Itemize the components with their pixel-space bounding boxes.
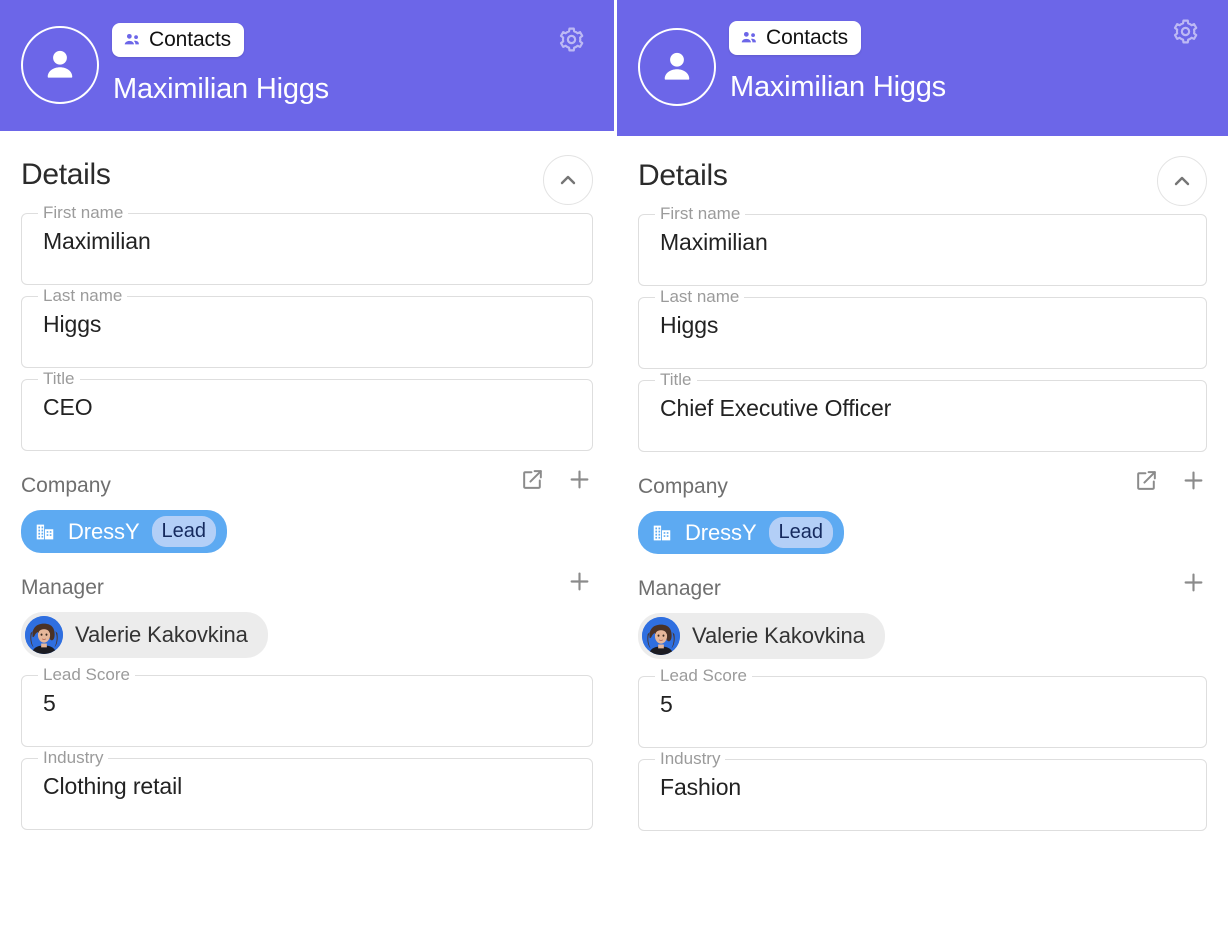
- field-first-name[interactable]: First name Maximilian: [21, 204, 593, 285]
- field-last-name[interactable]: Last name Higgs: [638, 288, 1207, 369]
- field-value: 5: [660, 691, 673, 717]
- field-title[interactable]: Title Chief Executive Officer: [638, 371, 1207, 452]
- field-label: Industry: [38, 749, 109, 767]
- field-value: Chief Executive Officer: [660, 395, 892, 421]
- field-label: First name: [38, 204, 129, 222]
- group-people-icon: [740, 28, 759, 47]
- contact-panel-left: Contacts Maximilian Higgs Details First …: [0, 0, 614, 936]
- manager-row-header: Manager: [638, 573, 1207, 603]
- building-icon: [34, 521, 56, 543]
- person-circle-icon: [638, 28, 716, 106]
- company-relation-row: Company DressY Lead: [638, 471, 1207, 554]
- field-label: Last name: [38, 287, 128, 305]
- module-chip-contacts[interactable]: Contacts: [729, 21, 862, 55]
- field-outline: [21, 296, 593, 368]
- plus-icon[interactable]: [1180, 467, 1207, 494]
- company-label: Company: [638, 474, 728, 498]
- module-chip-contacts[interactable]: Contacts: [112, 23, 245, 57]
- field-value: Higgs: [43, 311, 102, 337]
- manager-row-header: Manager: [21, 572, 593, 602]
- field-value: Maximilian: [43, 228, 151, 254]
- group-people-icon: [123, 30, 142, 49]
- section-title: Details: [21, 158, 111, 191]
- person-circle-icon: [21, 26, 99, 104]
- open-in-new-icon[interactable]: [1133, 467, 1160, 494]
- field-industry[interactable]: Industry Clothing retail: [21, 749, 593, 830]
- field-label: Title: [655, 371, 697, 389]
- plus-icon[interactable]: [566, 466, 593, 493]
- field-value: Higgs: [660, 312, 719, 338]
- gear-icon[interactable]: [1170, 16, 1200, 46]
- field-lead-score[interactable]: Lead Score 5: [638, 667, 1207, 748]
- details-section-header: Details: [21, 148, 593, 205]
- field-value: Maximilian: [660, 229, 768, 255]
- company-relation-row: Company DressY Lead: [21, 470, 593, 553]
- company-row-actions: [1133, 467, 1207, 494]
- record-title: Maximilian Higgs: [113, 73, 329, 105]
- collapse-section-button[interactable]: [543, 155, 593, 205]
- manager-chip[interactable]: Valerie Kakovkina: [638, 613, 885, 659]
- company-chip[interactable]: DressY Lead: [21, 510, 228, 553]
- manager-relation-row: Manager Valerie Kakovkina: [21, 572, 593, 659]
- field-industry[interactable]: Industry Fashion: [638, 750, 1207, 831]
- field-label: Title: [38, 370, 80, 388]
- chevron-up-icon: [1170, 169, 1194, 193]
- record-title: Maximilian Higgs: [730, 71, 946, 103]
- field-title[interactable]: Title CEO: [21, 370, 593, 451]
- module-chip-label: Contacts: [766, 26, 849, 49]
- field-label: Lead Score: [38, 666, 135, 684]
- manager-chip[interactable]: Valerie Kakovkina: [21, 612, 268, 658]
- field-value: Fashion: [660, 774, 742, 800]
- field-lead-score[interactable]: Lead Score 5: [21, 666, 593, 747]
- details-body: Details First name Maximilian Last name: [617, 136, 1228, 831]
- company-chip[interactable]: DressY Lead: [638, 511, 845, 554]
- field-value: Clothing retail: [43, 773, 183, 799]
- company-stage-badge: Lead: [151, 516, 217, 547]
- company-chip-name: DressY: [685, 519, 757, 545]
- field-first-name[interactable]: First name Maximilian: [638, 205, 1207, 286]
- field-label: First name: [655, 205, 746, 223]
- field-label: Last name: [655, 288, 745, 306]
- manager-row-actions: [1180, 569, 1207, 596]
- field-outline: [21, 379, 593, 451]
- record-header: Contacts Maximilian Higgs: [617, 0, 1228, 136]
- company-label: Company: [21, 473, 111, 497]
- company-row-header: Company: [638, 471, 1207, 501]
- company-row-header: Company: [21, 470, 593, 500]
- field-label: Lead Score: [655, 667, 752, 685]
- comparison-screen: Contacts Maximilian Higgs Details First …: [0, 0, 1228, 936]
- avatar: [25, 616, 63, 654]
- manager-label: Manager: [21, 575, 104, 599]
- field-label: Industry: [655, 750, 726, 768]
- contact-panel-right: Contacts Maximilian Higgs Details First …: [614, 0, 1228, 936]
- plus-icon[interactable]: [1180, 569, 1207, 596]
- gear-icon[interactable]: [556, 24, 586, 54]
- field-value: 5: [43, 690, 56, 716]
- module-chip-label: Contacts: [149, 28, 232, 51]
- field-outline: [638, 297, 1207, 369]
- field-value: CEO: [43, 394, 93, 420]
- manager-chip-name: Valerie Kakovkina: [692, 623, 865, 648]
- field-outline: [21, 675, 593, 747]
- chevron-up-icon: [556, 168, 580, 192]
- manager-label: Manager: [638, 576, 721, 600]
- building-icon: [651, 522, 673, 544]
- field-outline: [638, 676, 1207, 748]
- record-header: Contacts Maximilian Higgs: [0, 0, 614, 131]
- manager-row-actions: [566, 568, 593, 595]
- details-section-header: Details: [638, 149, 1207, 206]
- plus-icon[interactable]: [566, 568, 593, 595]
- avatar: [642, 617, 680, 655]
- section-title: Details: [638, 159, 728, 192]
- details-body: Details First name Maximilian Last name: [0, 131, 614, 830]
- company-stage-badge: Lead: [768, 517, 834, 548]
- company-chip-name: DressY: [68, 518, 140, 544]
- company-row-actions: [519, 466, 593, 493]
- open-in-new-icon[interactable]: [519, 466, 546, 493]
- field-last-name[interactable]: Last name Higgs: [21, 287, 593, 368]
- manager-relation-row: Manager Valerie Kakovkina: [638, 573, 1207, 660]
- collapse-section-button[interactable]: [1157, 156, 1207, 206]
- manager-chip-name: Valerie Kakovkina: [75, 622, 248, 647]
